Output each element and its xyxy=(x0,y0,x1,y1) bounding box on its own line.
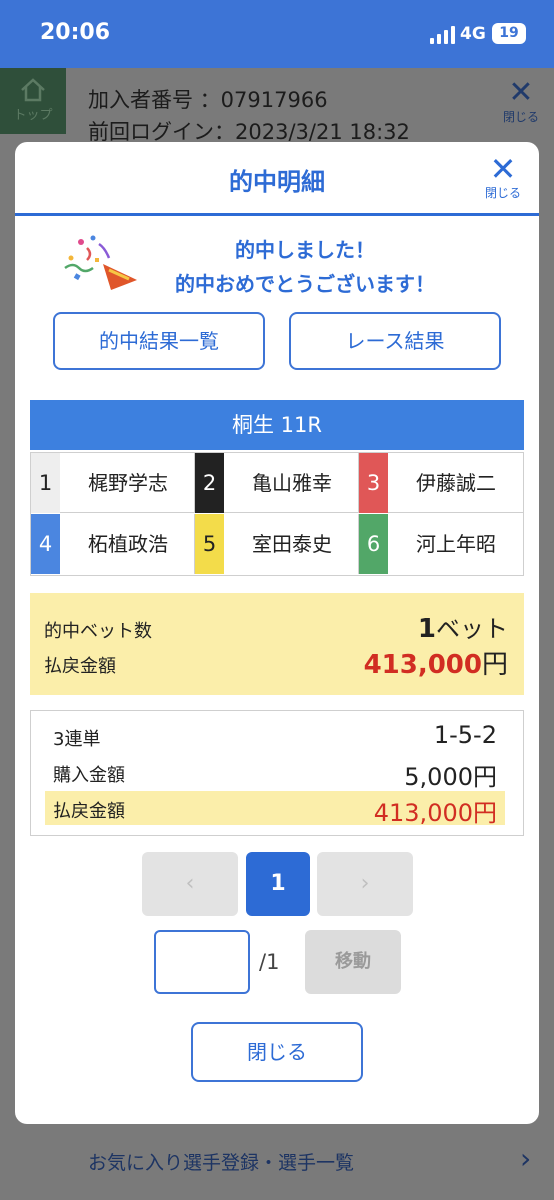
modal-close-label: 閉じる xyxy=(484,186,521,200)
status-bar: 20:06 4G 19 xyxy=(0,0,554,68)
race-results-button[interactable]: レース結果 xyxy=(289,312,501,370)
close-icon: ✕ xyxy=(508,75,534,110)
bets-unit: ベット xyxy=(436,615,508,643)
home-button[interactable]: トップ xyxy=(0,68,66,134)
bet-detail: 3連単 1-5-2 購入金額 5,000円 払戻金額 413,000円 xyxy=(30,710,524,836)
racer-number: 1 xyxy=(31,453,60,513)
bet-type-row: 3連単 1-5-2 xyxy=(53,719,497,753)
bets-value: 1ベット xyxy=(418,609,508,644)
racer-number: 4 xyxy=(31,514,60,574)
page-total: /1 xyxy=(259,950,280,974)
modal-close-button[interactable]: ✕ 閉じる xyxy=(477,150,529,201)
racer-number: 5 xyxy=(195,514,224,574)
favorites-link[interactable]: お気に入り選手登録・選手一覧 › xyxy=(0,1124,554,1200)
purchase-value: 5,000円 xyxy=(404,763,497,791)
purchase-row: 購入金額 5,000円 xyxy=(53,755,497,791)
signal-icon xyxy=(430,26,455,44)
battery-icon: 19 xyxy=(492,23,526,44)
racer-name: 梶野学志 xyxy=(88,471,168,495)
racer-cell: 3 伊藤誠二 xyxy=(359,453,523,513)
racer-cell: 6 河上年昭 xyxy=(359,514,523,574)
background-close-button[interactable]: ✕ 閉じる xyxy=(498,78,544,125)
background-close-label: 閉じる xyxy=(502,110,539,124)
move-button[interactable]: 移動 xyxy=(305,930,401,994)
favorites-link-label: お気に入り選手登録・選手一覧 xyxy=(88,1152,355,1174)
racer-cell: 5 室田泰史 xyxy=(195,514,359,574)
racer-name: 柘植政浩 xyxy=(88,532,168,556)
prev-page-button[interactable]: ‹ xyxy=(142,852,238,916)
home-icon xyxy=(21,78,45,102)
member-info: 加入者番号 ：07917966 前回ログイン：2023/3/21 18:32 xyxy=(88,84,410,148)
racer-name: 室田泰史 xyxy=(252,532,332,556)
racer-cell: 4 柘植政浩 xyxy=(31,514,195,574)
congrats-subtitle: 的中おめでとうございます！ xyxy=(175,272,435,296)
purchase-label: 購入金額 xyxy=(53,765,125,786)
hit-summary: 的中ベット数 1ベット 払戻金額 413,000円 xyxy=(30,593,524,695)
payout-unit: 円 xyxy=(481,650,508,680)
racer-number: 3 xyxy=(359,453,388,513)
next-page-button[interactable]: › xyxy=(317,852,413,916)
status-time: 20:06 xyxy=(40,20,111,45)
race-title: 桐生 11R xyxy=(30,400,524,450)
party-popper-icon xyxy=(64,235,137,290)
page-number-input[interactable] xyxy=(154,930,250,994)
racer-number: 2 xyxy=(195,453,224,513)
member-id: 加入者番号 ：07917966 xyxy=(88,88,328,112)
payout-value: 413,000円 xyxy=(364,644,508,681)
racer-grid: 1 梶野学志 2 亀山雅幸 3 伊藤誠二 4 柘植政浩 5 室田泰史 6 河上年… xyxy=(30,452,524,576)
racer-number: 6 xyxy=(359,514,388,574)
detail-payout-value: 413,000円 xyxy=(373,799,497,827)
bets-label: 的中ベット数 xyxy=(44,621,152,642)
current-page-button[interactable]: 1 xyxy=(246,852,310,916)
close-button[interactable]: 閉じる xyxy=(191,1022,363,1082)
chevron-right-icon: › xyxy=(520,1142,532,1175)
racer-cell: 1 梶野学志 xyxy=(31,453,195,513)
detail-payout-row: 払戻金額 413,000円 xyxy=(45,791,505,827)
network-type: 4G xyxy=(460,24,486,44)
racer-name: 河上年昭 xyxy=(416,532,496,556)
racer-name: 亀山雅幸 xyxy=(252,471,332,495)
modal-header: 的中明細 ✕ 閉じる xyxy=(15,142,539,216)
hit-results-list-button[interactable]: 的中結果一覧 xyxy=(53,312,265,370)
racer-cell: 2 亀山雅幸 xyxy=(195,453,359,513)
detail-payout-label: 払戻金額 xyxy=(53,801,125,822)
congrats-title: 的中しました！ xyxy=(235,238,375,262)
bet-combination: 1-5-2 xyxy=(433,721,497,749)
home-label: トップ xyxy=(13,108,53,123)
close-icon: ✕ xyxy=(489,150,517,188)
racer-name: 伊藤誠二 xyxy=(416,471,496,495)
modal-title: 的中明細 xyxy=(229,168,325,196)
bet-type-label: 3連単 xyxy=(53,729,101,750)
payout-label: 払戻金額 xyxy=(44,656,116,677)
payout-amount: 413,000 xyxy=(363,650,482,680)
hit-detail-modal: 的中明細 ✕ 閉じる 的中しました！ 的中おめでとうございます！ 的中結果一覧 … xyxy=(15,142,539,1124)
bets-count: 1 xyxy=(417,614,436,644)
